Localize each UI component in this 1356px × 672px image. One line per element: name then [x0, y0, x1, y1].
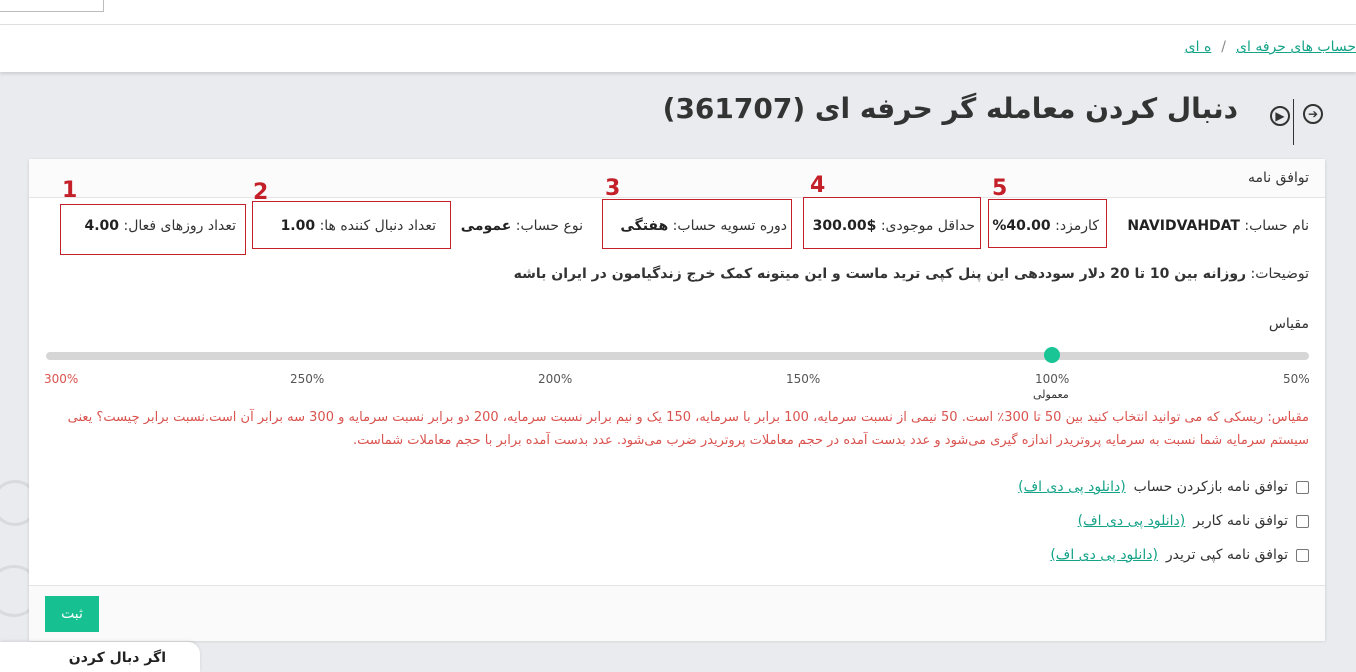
description-label: توضیحات:: [1250, 266, 1309, 282]
slider-tick-250: 250%: [290, 372, 325, 386]
account-name-label: نام حساب:: [1244, 218, 1309, 234]
commission-value: 40.00%: [992, 218, 1051, 234]
agreement-checkbox-account-opening[interactable]: [1296, 480, 1309, 494]
active-days: تعداد روزهای فعال: 4.00: [84, 218, 236, 234]
card-footer: ثبت: [29, 585, 1325, 641]
min-balance-label: حداقل موجودی:: [880, 218, 975, 234]
slider-tick-300: 300%: [44, 372, 79, 386]
slider-tick-50: 50%: [1283, 372, 1310, 386]
download-pdf-link[interactable]: (دانلود پی دی اف): [1018, 479, 1126, 495]
slider-tick-200: 200%: [538, 372, 573, 386]
page-title: دنبال کردن معامله گر حرفه ای (361707): [662, 92, 1238, 125]
agreement-checkbox-copy-trader[interactable]: [1296, 548, 1309, 562]
min-balance: حداقل موجودی: $300.00: [813, 218, 975, 234]
annotation-marker-5: 5: [992, 176, 1008, 201]
download-pdf-link[interactable]: (دانلود پی دی اف): [1078, 513, 1186, 529]
scale-label: مقیاس: [1268, 316, 1309, 332]
bottom-tab-label: اگر دبال کردن: [68, 650, 166, 666]
settlement-label: دوره تسویه حساب:: [672, 218, 787, 234]
breadcrumb-link-pro-accounts[interactable]: حساب های حرفه ای: [1236, 39, 1356, 55]
agreement-label: توافق نامه کاربر: [1193, 513, 1288, 529]
active-days-value: 4.00: [84, 218, 120, 234]
submit-button[interactable]: ثبت: [45, 596, 99, 632]
annotation-marker-1: 1: [62, 178, 78, 203]
slider-tick-100: 100%: [1035, 372, 1070, 386]
account-type-value: عمومی: [460, 218, 512, 234]
bottom-tab[interactable]: اگر دبال کردن: [0, 642, 200, 672]
min-balance-value: $300.00: [812, 218, 877, 234]
agreement-account-opening: توافق نامه بازکردن حساب (دانلود پی دی اف…: [1018, 479, 1309, 495]
top-bar: [0, 0, 1356, 25]
description-value: روزانه بین 10 تا 20 دلار سوددهی این پنل …: [513, 266, 1247, 282]
agreement-card: توافق نامه نام حساب: NAVIDVAHDAT کارمزد:…: [29, 159, 1325, 641]
annotation-marker-2: 2: [253, 180, 269, 205]
agreement-checkbox-user[interactable]: [1296, 514, 1309, 528]
arrow-right-circle-icon[interactable]: ➔: [1303, 104, 1323, 124]
play-circle-icon[interactable]: ▶: [1270, 106, 1290, 126]
breadcrumb-link-partial[interactable]: ه ای: [1185, 39, 1212, 55]
annotation-marker-3: 3: [605, 176, 621, 201]
followers-label: تعداد دنبال کننده ها:: [319, 218, 436, 234]
active-days-label: تعداد روزهای فعال:: [123, 218, 236, 234]
card-header: توافق نامه: [29, 159, 1325, 198]
top-search-box[interactable]: [0, 0, 104, 12]
followers-count: تعداد دنبال کننده ها: 1.00: [281, 218, 436, 234]
risk-slider-track[interactable]: [46, 352, 1309, 360]
commission-label: کارمزد:: [1055, 218, 1099, 234]
followers-value: 1.00: [280, 218, 316, 234]
slider-normal-label: معمولی: [1033, 388, 1069, 401]
text-cursor: [1293, 99, 1294, 145]
agreement-user: توافق نامه کاربر (دانلود پی دی اف): [1078, 513, 1309, 529]
commission: کارمزد: 40.00%: [992, 218, 1099, 234]
slider-tick-150: 150%: [786, 372, 821, 386]
breadcrumb: حساب های حرفه ای / ه ای: [1185, 39, 1356, 55]
settlement-value: هفتگی: [620, 218, 669, 234]
download-pdf-link[interactable]: (دانلود پی دی اف): [1050, 547, 1158, 563]
breadcrumb-separator: /: [1221, 39, 1227, 55]
account-name: نام حساب: NAVIDVAHDAT: [1127, 218, 1309, 234]
account-type: نوع حساب: عمومی: [461, 218, 583, 234]
agreement-label: توافق نامه بازکردن حساب: [1133, 479, 1288, 495]
risk-slider-thumb[interactable]: [1044, 347, 1060, 363]
settlement-period: دوره تسویه حساب: هفتگی: [620, 218, 787, 234]
annotation-marker-4: 4: [810, 173, 826, 198]
description: توضیحات: روزانه بین 10 تا 20 دلار سوددهی…: [514, 266, 1309, 282]
account-name-value: NAVIDVAHDAT: [1127, 218, 1240, 234]
account-type-label: نوع حساب:: [515, 218, 583, 234]
breadcrumb-bar: حساب های حرفه ای / ه ای: [0, 25, 1356, 72]
scale-note: مقیاس: ریسکی که می توانید انتخاب کنید بی…: [67, 410, 1309, 448]
agreement-copy-trader: توافق نامه کپی تریدر (دانلود پی دی اف): [1050, 547, 1309, 563]
card-header-title: توافق نامه: [1247, 170, 1309, 186]
agreement-label: توافق نامه کپی تریدر: [1165, 547, 1288, 563]
